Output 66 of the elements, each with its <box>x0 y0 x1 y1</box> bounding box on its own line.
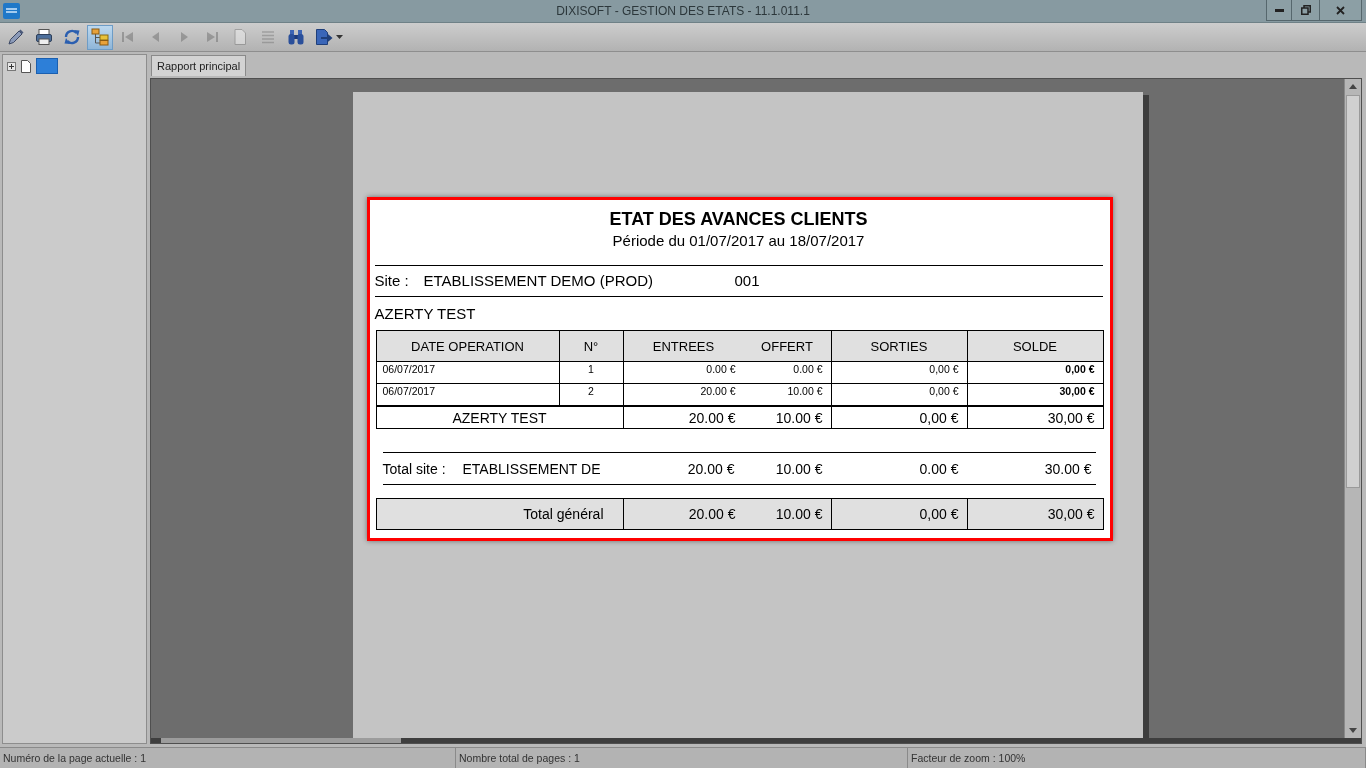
status-text: Facteur de zoom : 100% <box>908 748 1366 768</box>
minimize-button[interactable] <box>1266 0 1292 21</box>
site-total-value: 10.00 € <box>774 460 824 477</box>
status-text: Nombre total de pages : 1 <box>456 748 908 768</box>
site-total-name: ETABLISSEMENT DE <box>462 460 602 477</box>
vertical-scrollbar[interactable] <box>1344 79 1361 738</box>
table-cell-text: 0.00 € <box>792 363 824 375</box>
window-title: DIXISOFT - GESTION DES ETATS - 11.1.011.1 <box>556 4 810 18</box>
pencil-icon <box>7 28 25 46</box>
report-title: ETAT DES AVANCES CLIENTS <box>608 208 869 230</box>
site-code: 001 <box>734 271 761 291</box>
site-name: ETABLISSEMENT DEMO (PROD) <box>423 271 654 291</box>
close-button[interactable] <box>1320 0 1362 21</box>
app-icon <box>3 3 20 19</box>
site-total-value: 20.00 € <box>686 460 736 477</box>
grand-total-label: Total général <box>376 499 624 530</box>
table-cell: 0,00 € <box>831 362 968 384</box>
document-icon <box>231 28 249 46</box>
report-period: Période du 01/07/2017 au 18/07/2017 <box>611 231 866 251</box>
table-cell: 0,00 € <box>831 384 968 406</box>
column-header: OFFERT <box>760 338 814 354</box>
subtotal-value: 0,00 € <box>831 406 968 429</box>
subtotal-value: 20.00 € <box>687 409 737 426</box>
table-cell-text: 0.00 € <box>705 363 737 375</box>
export-icon <box>315 28 333 46</box>
scrollbar-thumb[interactable] <box>1346 95 1360 488</box>
grand-total-value: 10.00 € <box>774 506 824 522</box>
table-cell: 0,00 € <box>967 362 1104 384</box>
table-cell: 30,00 € <box>967 384 1104 406</box>
site-total-value: 30.00 € <box>1043 460 1093 477</box>
column-header: N° <box>559 331 624 362</box>
column-header: SORTIES <box>831 331 968 362</box>
subtotal-value: 30,00 € <box>967 406 1104 429</box>
table-cell: 06/07/2017 <box>376 362 560 384</box>
client-name: AZERTY TEST <box>374 304 477 324</box>
tab[interactable]: Rapport principal <box>151 55 247 76</box>
tree-node[interactable] <box>36 58 58 74</box>
table-cell: 1 <box>559 362 624 384</box>
restore-icon <box>1300 5 1311 15</box>
table-cell: 06/07/2017 <box>376 384 560 406</box>
column-header: DATE OPERATION <box>376 331 560 362</box>
hierarchy-icon <box>91 28 109 46</box>
site-total-label: Total site : <box>382 460 447 477</box>
table-cell-text: 20.00 € <box>699 385 737 397</box>
document-icon <box>21 59 31 73</box>
subtotal-value: 10.00 € <box>774 409 824 426</box>
table-cell: 2 <box>559 384 624 406</box>
minimize-icon <box>1274 8 1284 12</box>
status-text: Numéro de la page actuelle : 1 <box>0 748 456 768</box>
site-label: Site : <box>374 271 410 291</box>
plus-box-icon[interactable] <box>7 61 16 71</box>
subtotal-label: AZERTY TEST <box>376 406 624 429</box>
grand-total-value: 30,00 € <box>967 499 1104 530</box>
site-total-value: 0.00 € <box>918 460 960 477</box>
column-header: SOLDE <box>967 331 1104 362</box>
binoculars-icon <box>287 28 305 46</box>
restore-button[interactable] <box>1292 0 1320 21</box>
horizontal-scrollbar[interactable] <box>151 738 1361 743</box>
list-icon <box>259 28 277 46</box>
column-header: ENTREES <box>651 338 716 354</box>
grand-total-value: 0,00 € <box>831 499 968 530</box>
close-icon <box>1336 5 1345 15</box>
grand-total-value: 20.00 € <box>687 506 737 522</box>
refresh-icon <box>63 28 81 46</box>
table-cell-text: 10.00 € <box>786 385 824 397</box>
printer-icon <box>35 28 53 46</box>
